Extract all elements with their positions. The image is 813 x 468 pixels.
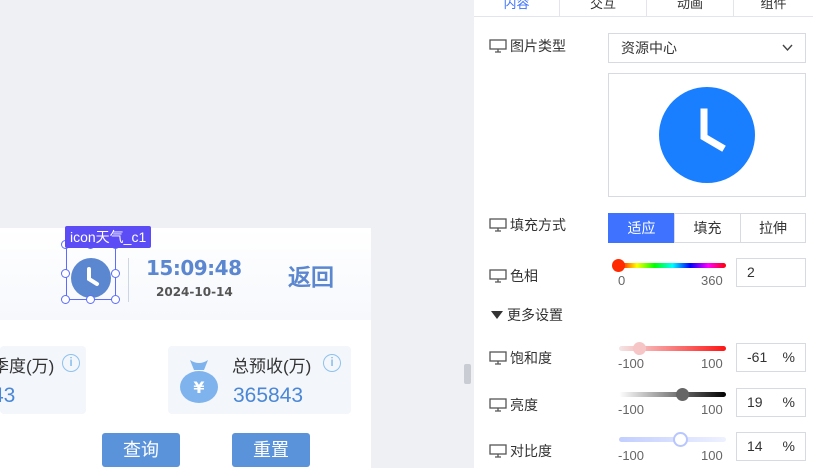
resize-handle-r[interactable] bbox=[111, 269, 120, 278]
stat-card-title: 总预收(万) bbox=[232, 357, 312, 376]
fill-mode-label: 填充方式 bbox=[510, 217, 566, 233]
monitor-icon bbox=[489, 39, 507, 53]
saturation-slider-handle[interactable] bbox=[633, 342, 646, 355]
tab-content[interactable]: 内容 bbox=[474, 0, 560, 16]
image-type-label: 图片类型 bbox=[510, 38, 566, 54]
query-button[interactable]: 查询 bbox=[102, 433, 180, 467]
saturation-max: 100 bbox=[701, 356, 723, 371]
clock-date: 2024-10-14 bbox=[156, 285, 233, 299]
reset-button[interactable]: 重置 bbox=[232, 433, 310, 467]
saturation-label: 饱和度 bbox=[510, 350, 552, 366]
hue-max: 360 bbox=[701, 273, 723, 288]
brightness-slider[interactable] bbox=[619, 392, 726, 397]
stat-card-title: 季度(万) bbox=[0, 357, 55, 376]
monitor-icon bbox=[489, 398, 507, 412]
fill-mode-fill[interactable]: 填充 bbox=[674, 213, 741, 243]
brightness-slider-handle[interactable] bbox=[676, 388, 689, 401]
hue-input[interactable]: 2 bbox=[736, 258, 806, 287]
image-type-select[interactable]: 资源中心 bbox=[608, 33, 806, 63]
image-type-value: 资源中心 bbox=[621, 40, 677, 56]
image-preview bbox=[608, 73, 806, 197]
tab-animation[interactable]: 动画 bbox=[647, 0, 734, 16]
stat-card-value: 43 bbox=[0, 384, 16, 407]
fill-mode-fit[interactable]: 适应 bbox=[608, 213, 675, 243]
resize-handle-b[interactable] bbox=[86, 295, 95, 304]
svg-text:¥: ¥ bbox=[193, 378, 204, 397]
contrast-max: 100 bbox=[701, 448, 723, 463]
more-settings-toggle[interactable]: 更多设置 bbox=[491, 305, 563, 325]
brightness-min: -100 bbox=[618, 402, 645, 417]
editor-canvas: 15:09:48 2024-10-14 返回 季度(万) i 43 ¥ 总预收(… bbox=[0, 0, 463, 468]
saturation-min: -100 bbox=[618, 356, 645, 371]
resize-handle-l[interactable] bbox=[61, 269, 70, 278]
monitor-icon bbox=[489, 218, 507, 232]
hue-min: 0 bbox=[618, 273, 626, 288]
divider bbox=[128, 258, 129, 302]
contrast-slider-handle[interactable] bbox=[673, 432, 688, 447]
tab-component[interactable]: 组件 bbox=[734, 0, 813, 16]
monitor-icon bbox=[489, 269, 507, 283]
resize-handle-bl[interactable] bbox=[61, 295, 70, 304]
monitor-icon bbox=[489, 444, 507, 458]
property-panel: 内容 交互 动画 组件 图片类型 资源中心 填充方式 适应 填充 拉伸 色相 0… bbox=[474, 0, 813, 468]
resize-handle-br[interactable] bbox=[111, 295, 120, 304]
chevron-down-icon bbox=[782, 44, 793, 52]
brightness-label: 亮度 bbox=[510, 397, 538, 413]
selection-box[interactable] bbox=[66, 245, 116, 300]
tab-interaction[interactable]: 交互 bbox=[560, 0, 647, 16]
stat-card-total-prepaid: ¥ 总预收(万) i 365843 bbox=[168, 346, 351, 414]
monitor-icon bbox=[489, 351, 507, 365]
contrast-label: 对比度 bbox=[510, 443, 552, 459]
brightness-input[interactable]: 19% bbox=[736, 388, 806, 417]
stat-card-quarter: 季度(万) i 43 bbox=[0, 346, 86, 414]
hue-slider[interactable] bbox=[619, 263, 726, 268]
contrast-min: -100 bbox=[618, 448, 645, 463]
hue-slider-handle[interactable] bbox=[612, 259, 625, 272]
panel-resize-handle[interactable] bbox=[464, 364, 471, 384]
panel-tabs: 内容 交互 动画 组件 bbox=[474, 0, 813, 17]
back-button[interactable]: 返回 bbox=[288, 258, 334, 292]
dashboard-widget: 15:09:48 2024-10-14 返回 季度(万) i 43 ¥ 总预收(… bbox=[0, 228, 371, 468]
hue-label: 色相 bbox=[510, 268, 538, 284]
money-bag-icon: ¥ bbox=[178, 356, 220, 404]
stat-card-value: 365843 bbox=[233, 384, 304, 407]
clock-icon bbox=[659, 87, 755, 183]
contrast-input[interactable]: 14% bbox=[736, 432, 806, 461]
fill-mode-stretch[interactable]: 拉伸 bbox=[740, 213, 806, 243]
dashboard-header: 15:09:48 2024-10-14 返回 bbox=[0, 228, 371, 320]
info-icon[interactable]: i bbox=[323, 354, 341, 372]
info-icon[interactable]: i bbox=[62, 354, 80, 372]
caret-down-icon bbox=[491, 311, 503, 319]
saturation-input[interactable]: -61% bbox=[736, 343, 806, 372]
brightness-max: 100 bbox=[701, 402, 723, 417]
clock-time: 15:09:48 bbox=[146, 256, 242, 280]
selection-label: icon天气_c1 bbox=[65, 226, 152, 248]
